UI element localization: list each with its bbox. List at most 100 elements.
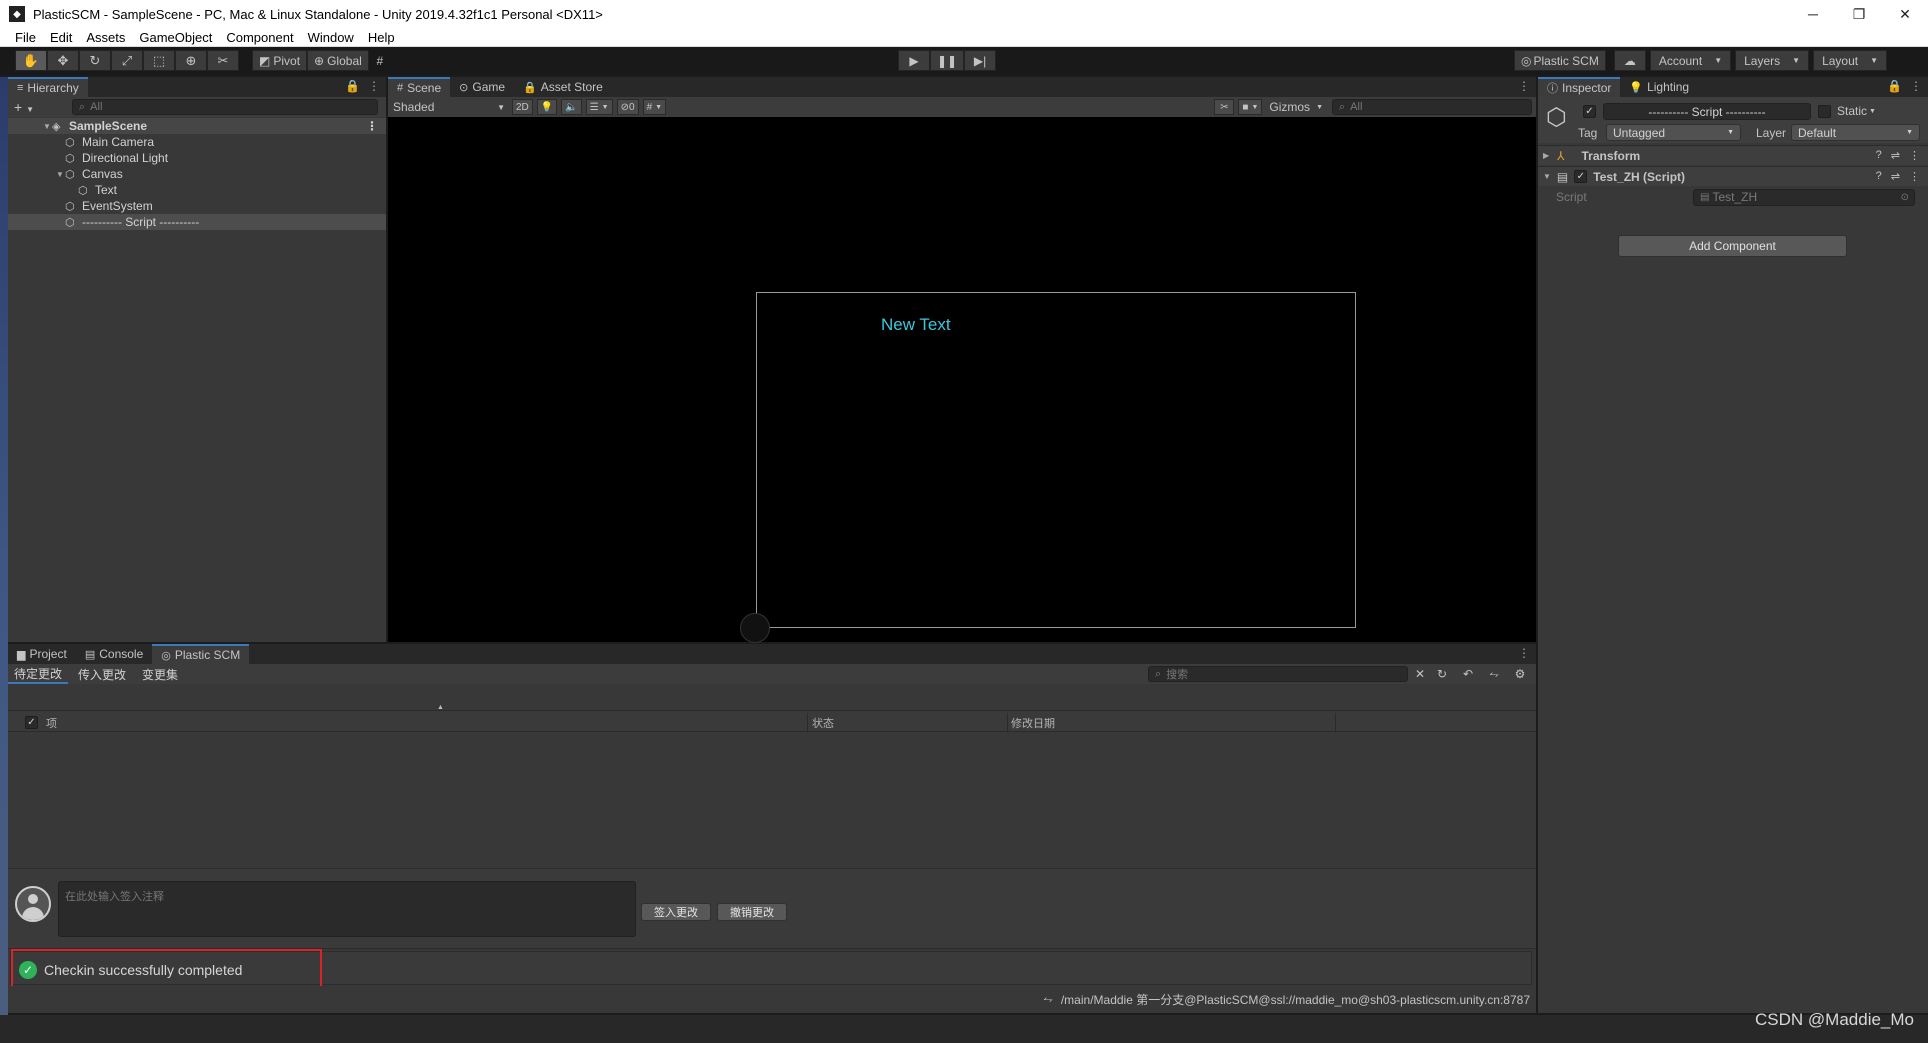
transform-tool-button[interactable]: ⊕: [175, 50, 207, 71]
tab-console[interactable]: ▤ Console: [75, 644, 153, 664]
step-button[interactable]: ▶|: [964, 50, 997, 71]
close-button[interactable]: ✕: [1882, 0, 1928, 28]
more-menu-icon[interactable]: ⋮: [1909, 149, 1920, 162]
tools-toggle-button[interactable]: ✂: [1214, 99, 1235, 115]
hierarchy-search-input[interactable]: ⌕ All: [72, 99, 378, 115]
rotate-tool-button[interactable]: ↻: [79, 50, 111, 71]
scale-tool-button[interactable]: ⤢: [111, 50, 143, 71]
component-enabled-checkbox[interactable]: ✓: [1574, 170, 1588, 183]
canvas-text-element[interactable]: New Text: [881, 315, 951, 335]
more-menu-icon[interactable]: ⋮: [1909, 170, 1920, 183]
grid-dropdown[interactable]: # ▼: [642, 99, 667, 115]
tab-pending-changes[interactable]: 待定更改: [8, 664, 69, 684]
tree-item-main-camera[interactable]: ⬡ Main Camera: [8, 134, 386, 150]
2d-toggle-button[interactable]: 2D: [512, 99, 533, 115]
transform-component-header[interactable]: ▶ ⅄ Transform ? ⇌ ⋮: [1538, 145, 1928, 165]
undo-changes-button[interactable]: 撤销更改: [717, 903, 787, 921]
pause-button[interactable]: ❚❚: [930, 50, 965, 71]
tree-item-script[interactable]: ⬡ ---------- Script ----------: [8, 214, 386, 230]
tab-project[interactable]: ▆ Project: [8, 644, 76, 664]
tab-scene[interactable]: # Scene: [388, 77, 451, 97]
grid-snap-button[interactable]: #: [368, 50, 391, 71]
pending-changes-list[interactable]: [8, 732, 1536, 868]
more-menu-icon[interactable]: ⋮: [1518, 79, 1530, 93]
menu-window[interactable]: Window: [308, 30, 354, 45]
minimize-button[interactable]: ─: [1790, 0, 1836, 28]
plastic-scm-button[interactable]: ◎ Plastic SCM: [1514, 50, 1606, 71]
help-icon[interactable]: ?: [1876, 149, 1882, 162]
cloud-button[interactable]: ☁: [1613, 50, 1646, 71]
rect-tool-button[interactable]: ⬚: [143, 50, 175, 71]
menu-file[interactable]: File: [15, 30, 36, 45]
tab-plastic-scm[interactable]: ◎ Plastic SCM: [152, 644, 250, 664]
add-component-button[interactable]: Add Component: [1618, 235, 1847, 257]
ui-canvas-bounds[interactable]: New Text: [756, 292, 1356, 628]
column-header-status[interactable]: 状态: [812, 715, 834, 731]
layer-dropdown[interactable]: Default ▼: [1791, 124, 1920, 141]
column-divider[interactable]: [1007, 713, 1008, 731]
layers-dropdown[interactable]: Layers ▼: [1735, 50, 1810, 71]
column-header-modified-date[interactable]: 修改日期: [1011, 715, 1055, 731]
scene-search-input[interactable]: ⌕ All: [1332, 99, 1532, 115]
lock-icon[interactable]: 🔒: [345, 79, 360, 93]
tab-changesets[interactable]: 变更集: [136, 664, 184, 684]
select-all-checkbox[interactable]: ✓: [25, 716, 38, 729]
refresh-icon[interactable]: ↻: [1432, 666, 1452, 682]
hidden-objects-toggle[interactable]: ⊘ 0: [616, 99, 639, 115]
tree-item-canvas[interactable]: ▼ ⬡ Canvas: [8, 166, 386, 182]
menu-edit[interactable]: Edit: [50, 30, 72, 45]
shading-mode-dropdown[interactable]: Shaded ▼: [388, 97, 510, 117]
undo-icon[interactable]: ↶: [1458, 666, 1478, 682]
branch-info[interactable]: /main/Maddie 第一分支@PlasticSCM@ssl://maddi…: [1061, 991, 1530, 1008]
menu-assets[interactable]: Assets: [86, 30, 125, 45]
hand-tool-button[interactable]: ✋: [15, 50, 47, 71]
tree-item-samplescene[interactable]: ▼ ◈ SampleScene ⋮: [8, 118, 386, 134]
effects-dropdown[interactable]: ☰ ▼: [585, 99, 613, 115]
checkin-comment-input[interactable]: 在此处输入签入注释: [58, 881, 636, 937]
camera-dropdown[interactable]: ■ ▼: [1238, 99, 1263, 115]
active-checkbox[interactable]: ✓: [1583, 105, 1596, 118]
preset-icon[interactable]: ⇌: [1891, 170, 1900, 183]
play-button[interactable]: ▶: [898, 50, 930, 71]
tab-incoming-changes[interactable]: 传入更改: [72, 664, 132, 684]
expand-arrow-icon[interactable]: ▼: [42, 122, 52, 131]
object-name-field[interactable]: ---------- Script ----------: [1603, 103, 1811, 120]
lock-icon[interactable]: 🔒: [1887, 79, 1902, 93]
scm-search-input[interactable]: ⌕ 搜索: [1148, 666, 1408, 682]
more-menu-icon[interactable]: ⋮: [366, 119, 378, 133]
tree-item-directional-light[interactable]: ⬡ Directional Light: [8, 150, 386, 166]
checkin-changes-button[interactable]: 签入更改: [641, 903, 711, 921]
restore-button[interactable]: ❐: [1836, 0, 1882, 28]
branch-icon[interactable]: ⥊: [1484, 666, 1504, 682]
tag-dropdown[interactable]: Untagged ▼: [1606, 124, 1741, 141]
create-add-button[interactable]: + ▼: [14, 99, 34, 115]
account-dropdown[interactable]: Account ▼: [1649, 50, 1732, 71]
expand-arrow-icon[interactable]: ▼: [1543, 172, 1551, 181]
pivot-button[interactable]: ◩ Pivot: [252, 50, 308, 71]
column-header-item[interactable]: 项: [46, 715, 57, 731]
layout-dropdown[interactable]: Layout ▼: [1813, 50, 1888, 71]
static-checkbox[interactable]: [1818, 105, 1831, 118]
move-tool-button[interactable]: ✥: [47, 50, 79, 71]
more-menu-icon[interactable]: ⋮: [368, 79, 380, 93]
more-menu-icon[interactable]: ⋮: [1910, 79, 1922, 93]
static-dropdown[interactable]: Static ▼: [1837, 104, 1876, 118]
tab-hierarchy[interactable]: ≡ Hierarchy: [8, 77, 88, 97]
custom-tool-button[interactable]: ✂: [207, 50, 239, 71]
tree-item-eventsystem[interactable]: ⬡ EventSystem: [8, 198, 386, 214]
clear-search-icon[interactable]: ✕: [1414, 666, 1426, 682]
menu-gameobject[interactable]: GameObject: [139, 30, 212, 45]
column-divider[interactable]: [807, 713, 808, 731]
more-menu-icon[interactable]: ⋮: [1518, 646, 1530, 660]
tab-asset-store[interactable]: 🔒 Asset Store: [514, 77, 612, 97]
collapse-arrow-icon[interactable]: ▶: [1543, 151, 1549, 160]
column-divider[interactable]: [1335, 713, 1336, 731]
expand-arrow-icon[interactable]: ▼: [55, 170, 65, 179]
help-icon[interactable]: ?: [1876, 170, 1882, 183]
gizmos-dropdown[interactable]: Gizmos ▼: [1264, 97, 1328, 117]
tree-item-text[interactable]: ⬡ Text: [8, 182, 386, 198]
menu-help[interactable]: Help: [368, 30, 395, 45]
tab-lighting[interactable]: 💡 Lighting: [1620, 77, 1699, 97]
scene-viewport[interactable]: New Text: [388, 117, 1536, 643]
global-button[interactable]: ⊕ Global: [307, 50, 369, 71]
